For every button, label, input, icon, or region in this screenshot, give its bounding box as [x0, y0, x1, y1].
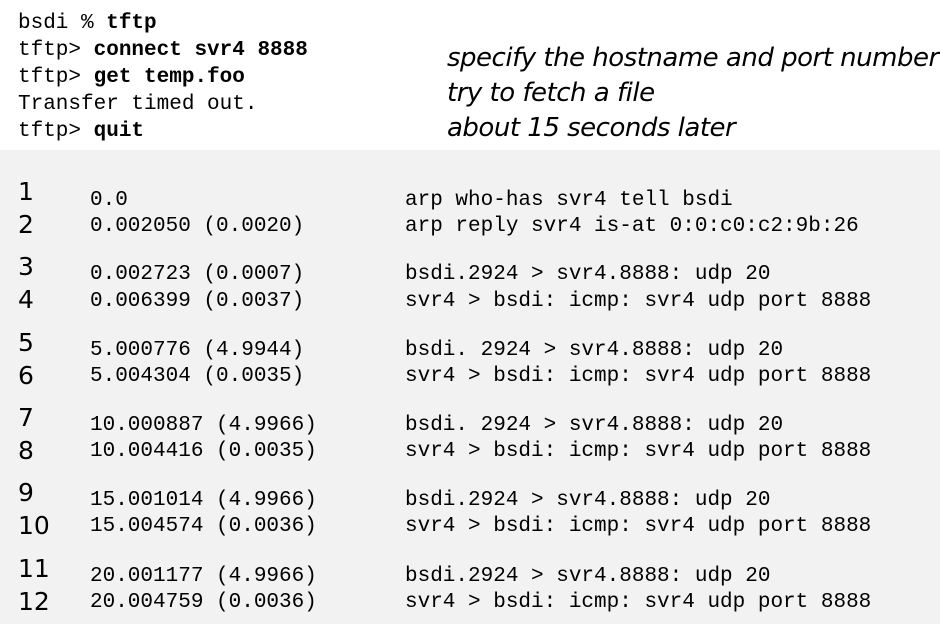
trace-timestamp: 10.004416 (0.0035)	[90, 440, 317, 463]
terminal-prompt: tftp>	[18, 39, 94, 62]
trace-description: svr4 > bsdi: icmp: svr4 udp port 8888	[405, 365, 872, 388]
trace-description: svr4 > bsdi: icmp: svr4 udp port 8888	[405, 515, 872, 538]
trace-timestamp: 0.0	[90, 189, 128, 212]
trace-line-number: 11	[18, 554, 50, 583]
annotation-note: about 15 seconds later	[447, 113, 736, 143]
trace-line-number: 1	[18, 177, 34, 206]
trace-timestamp: 15.004574 (0.0036)	[90, 515, 317, 538]
trace-line-number: 3	[18, 252, 34, 281]
annotation-note: specify the hostname and port number	[447, 43, 939, 73]
trace-line-number: 9	[18, 478, 34, 507]
terminal-command: tftp	[106, 12, 157, 35]
trace-description: svr4 > bsdi: icmp: svr4 udp port 8888	[405, 591, 872, 614]
trace-line-number: 7	[18, 403, 34, 432]
trace-timestamp: 5.004304 (0.0035)	[90, 365, 305, 388]
trace-description: bsdi. 2924 > svr4.8888: udp 20	[405, 414, 784, 437]
trace-timestamp: 15.001014 (4.9966)	[90, 489, 317, 512]
trace-description: svr4 > bsdi: icmp: svr4 udp port 8888	[405, 290, 872, 313]
terminal-line: tftp> connect svr4 8888	[18, 37, 308, 64]
trace-timestamp: 0.002050 (0.0020)	[90, 215, 305, 238]
trace-description: bsdi.2924 > svr4.8888: udp 20	[405, 263, 771, 286]
terminal-line: tftp> quit	[18, 118, 144, 145]
trace-description: svr4 > bsdi: icmp: svr4 udp port 8888	[405, 440, 872, 463]
terminal-command: quit	[93, 120, 145, 143]
trace-description: arp who-has svr4 tell bsdi	[405, 189, 733, 212]
trace-line-number: 6	[18, 361, 34, 390]
terminal-prompt: bsdi %	[18, 12, 107, 35]
terminal-message: Transfer timed out.	[18, 93, 258, 116]
terminal-command: get temp.foo	[93, 66, 245, 89]
trace-description: bsdi.2924 > svr4.8888: udp 20	[405, 565, 771, 588]
trace-line-number: 8	[18, 436, 34, 465]
terminal-prompt: tftp>	[18, 66, 94, 89]
terminal-prompt: tftp>	[18, 120, 94, 143]
trace-line-number: 5	[18, 328, 34, 357]
annotation-note: try to fetch a file	[447, 78, 655, 108]
trace-line-number: 10	[18, 511, 50, 540]
terminal-line: bsdi % tftp	[18, 10, 157, 37]
trace-timestamp: 0.002723 (0.0007)	[90, 263, 305, 286]
terminal-line: Transfer timed out.	[18, 91, 257, 118]
trace-description: bsdi.2924 > svr4.8888: udp 20	[405, 489, 771, 512]
packet-trace: 1 0.0 arp who-has svr4 tell bsdi 2 0.002…	[0, 150, 940, 624]
trace-description: arp reply svr4 is-at 0:0:c0:c2:9b:26	[405, 215, 859, 238]
terminal-command: connect svr4 8888	[93, 39, 308, 62]
trace-timestamp: 10.000887 (4.9966)	[90, 414, 317, 437]
terminal-session: bsdi % tftp tftp> connect svr4 8888 tftp…	[0, 0, 940, 150]
trace-line-number: 12	[18, 587, 50, 616]
trace-timestamp: 20.001177 (4.9966)	[90, 565, 317, 588]
trace-line-number: 4	[18, 285, 34, 314]
trace-timestamp: 0.006399 (0.0037)	[90, 290, 305, 313]
trace-timestamp: 20.004759 (0.0036)	[90, 591, 317, 614]
trace-line-number: 2	[18, 210, 34, 239]
trace-description: bsdi. 2924 > svr4.8888: udp 20	[405, 339, 784, 362]
terminal-line: tftp> get temp.foo	[18, 64, 245, 91]
trace-timestamp: 5.000776 (4.9944)	[90, 339, 305, 362]
